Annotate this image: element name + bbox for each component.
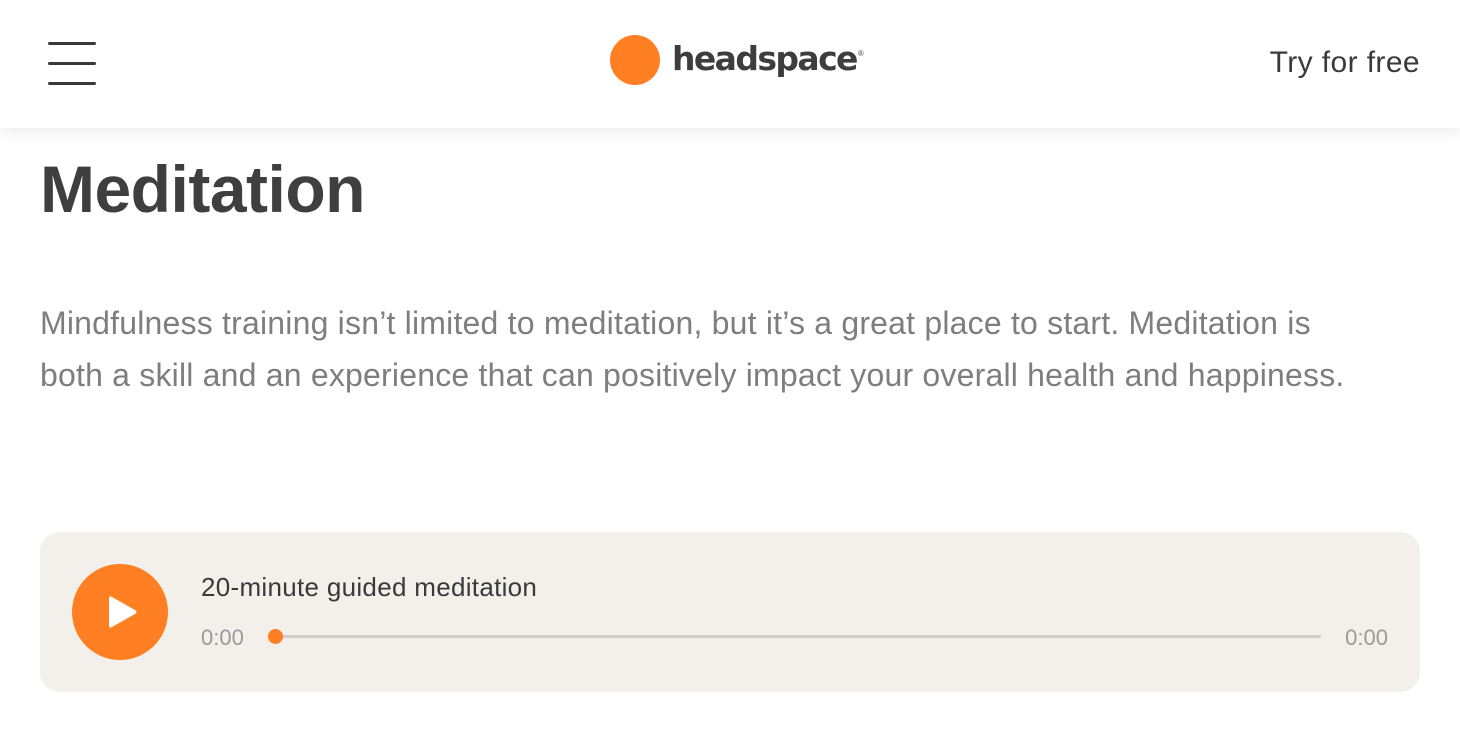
logo-text: headspace (672, 38, 858, 78)
track-title: 20-minute guided meditation (201, 572, 538, 602)
headspace-logo[interactable]: headspace ® (610, 35, 864, 85)
progress-handle[interactable] (268, 629, 283, 644)
menu-line (48, 42, 96, 45)
audio-player: 20-minute guided meditation 0:00 0:00 (40, 532, 1420, 692)
hamburger-menu-icon[interactable] (48, 42, 96, 86)
play-button[interactable] (72, 564, 168, 660)
intro-paragraph: Mindfulness training isn’t limited to me… (40, 305, 1345, 393)
logo-registered-mark: ® (857, 48, 864, 58)
page-title: Meditation (40, 152, 365, 226)
progress-bar[interactable] (268, 629, 1321, 644)
total-time: 0:00 (1345, 625, 1388, 650)
menu-line (48, 82, 96, 85)
site-header: headspace ® Try for free (0, 0, 1460, 128)
menu-line (48, 62, 96, 65)
try-for-free-link[interactable]: Try for free (1270, 46, 1420, 80)
current-time: 0:00 (201, 625, 244, 650)
logo-dot-icon (610, 35, 660, 85)
play-icon (109, 596, 137, 628)
